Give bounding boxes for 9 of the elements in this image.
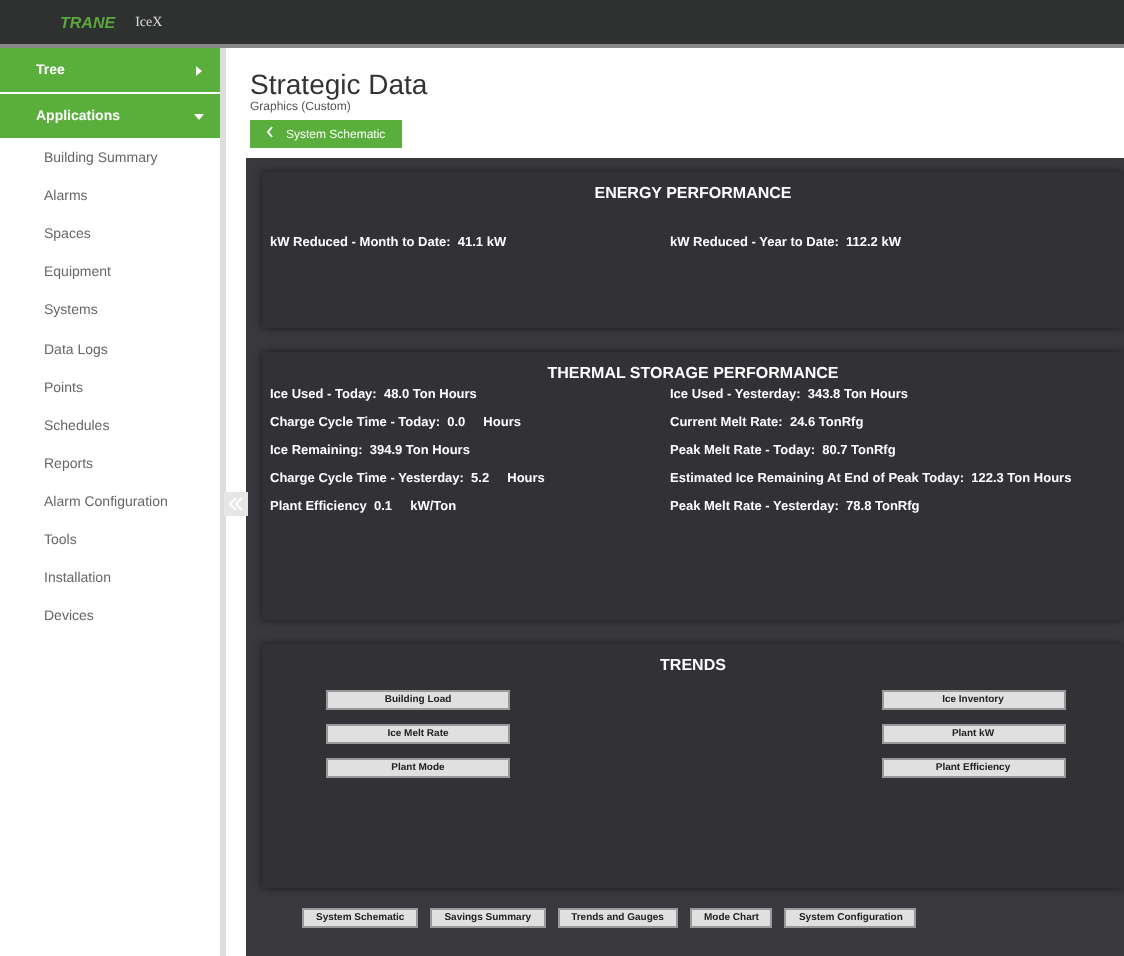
chevron-left-icon (266, 126, 274, 138)
caret-down-icon (194, 111, 204, 121)
panel-title: THERMAL STORAGE PERFORMANCE (545, 364, 841, 382)
panel-title: ENERGY PERFORMANCE (592, 184, 794, 202)
page-title: Strategic Data (250, 68, 430, 100)
logo: TRANE (60, 13, 116, 31)
panel-title: TRENDS (658, 656, 728, 674)
collapse-icon[interactable] (224, 492, 248, 516)
caret-right-icon (194, 65, 204, 75)
